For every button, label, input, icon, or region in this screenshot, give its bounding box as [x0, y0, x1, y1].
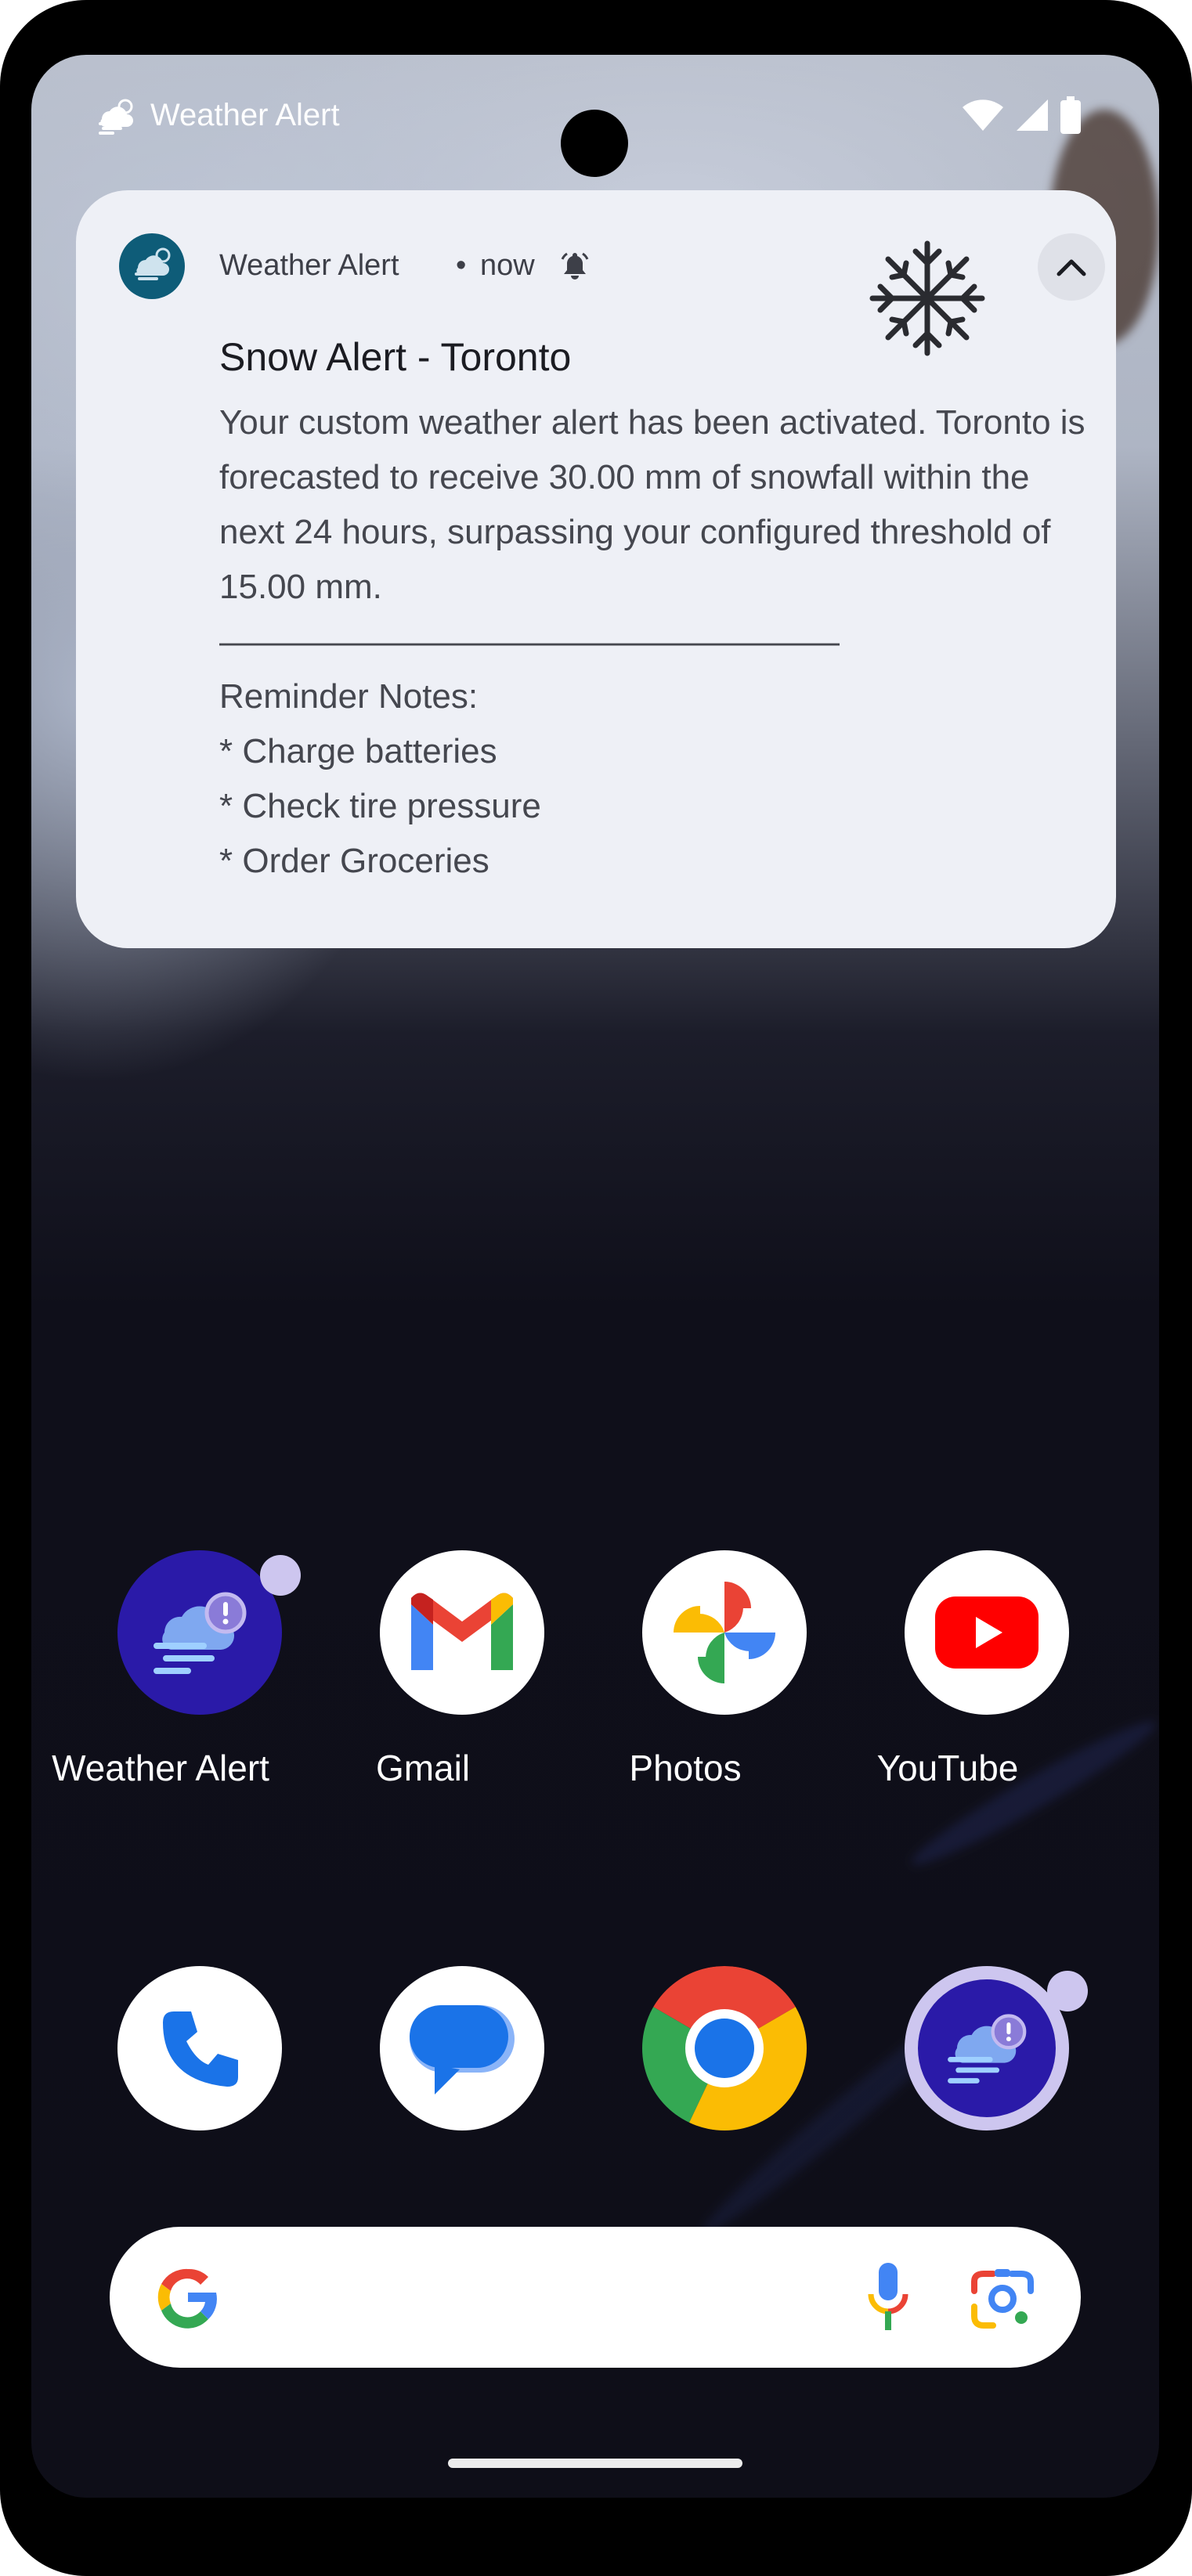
- notification-title: Snow Alert - Toronto: [219, 335, 572, 379]
- status-icons: [962, 94, 1081, 136]
- phone-icon: [117, 1966, 282, 2130]
- weather-alert-app-icon: [117, 1550, 282, 1715]
- signal-icon: [1017, 99, 1048, 131]
- weather-alert-icon: [99, 99, 133, 135]
- chrome-icon: [642, 1966, 807, 2130]
- status-bar: Weather Alert: [31, 55, 1159, 177]
- notification-time: now: [480, 249, 535, 282]
- weather-alert-app-icon: [905, 1966, 1069, 2130]
- collapse-button[interactable]: [1038, 233, 1105, 301]
- messages-icon: [380, 1966, 544, 2130]
- bell-icon: [561, 252, 589, 280]
- notification-card[interactable]: Weather Alert • now Snow Alert - Toronto…: [76, 190, 1116, 948]
- wallpaper-streak: [904, 1708, 1159, 1878]
- app-label: YouTube: [876, 1748, 1019, 1788]
- collapse-chevron-icon: [1057, 259, 1086, 276]
- notification-app-icon: [119, 233, 185, 299]
- notification-body: Your custom weather alert has been activ…: [219, 403, 1085, 880]
- snowflake-icon: [869, 240, 985, 356]
- status-app-title: Weather Alert: [150, 98, 340, 132]
- microphone-icon[interactable]: [865, 2260, 912, 2338]
- google-search-bar[interactable]: [110, 2227, 1081, 2368]
- phone-frame: Weather Alert Weather Alert • now Snow A…: [0, 0, 1192, 2576]
- google-g-icon: [157, 2268, 217, 2329]
- gmail-icon: [380, 1550, 544, 1715]
- battery-icon: [1060, 96, 1081, 134]
- gesture-nav-handle[interactable]: [448, 2459, 742, 2468]
- notification-badge: [1047, 1971, 1088, 2011]
- notification-app-name: Weather Alert: [219, 249, 399, 282]
- wifi-icon: [963, 99, 1003, 131]
- notification-separator: •: [456, 249, 467, 282]
- home-screen: Weather Alert Weather Alert • now Snow A…: [31, 55, 1159, 2498]
- lens-icon[interactable]: [966, 2263, 1038, 2335]
- notification-badge: [260, 1555, 301, 1596]
- photos-icon: [642, 1550, 807, 1715]
- youtube-icon: [905, 1550, 1069, 1715]
- front-camera: [561, 110, 628, 177]
- weather-alert-icon: [135, 247, 171, 280]
